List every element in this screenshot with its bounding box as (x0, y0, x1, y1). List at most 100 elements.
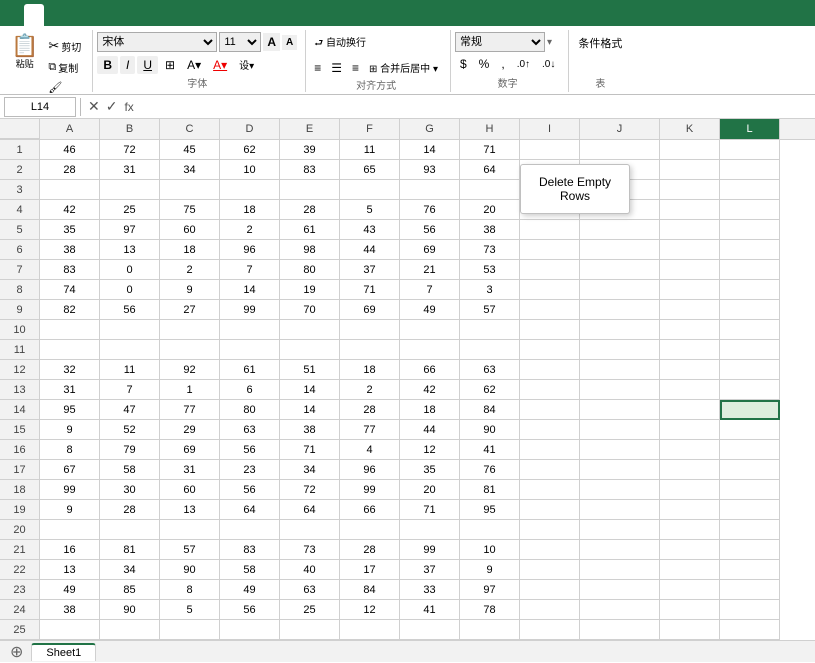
cell[interactable] (580, 560, 660, 580)
cell[interactable]: 44 (340, 240, 400, 260)
cell[interactable] (580, 300, 660, 320)
cell[interactable] (520, 220, 580, 240)
cell[interactable]: 57 (460, 300, 520, 320)
cell[interactable]: 83 (40, 260, 100, 280)
cell[interactable]: 56 (220, 600, 280, 620)
cell[interactable] (660, 300, 720, 320)
delete-empty-rows-button[interactable]: Delete Empty Rows (521, 165, 629, 213)
cell[interactable] (720, 240, 780, 260)
cell[interactable]: 33 (400, 580, 460, 600)
cell[interactable]: 0 (100, 260, 160, 280)
row-header[interactable]: 5 (0, 220, 40, 240)
cell[interactable]: 18 (220, 200, 280, 220)
cell[interactable]: 49 (40, 580, 100, 600)
cell[interactable]: 95 (460, 500, 520, 520)
cell[interactable]: 28 (100, 500, 160, 520)
cell[interactable]: 90 (100, 600, 160, 620)
cell[interactable] (40, 520, 100, 540)
cell[interactable]: 64 (220, 500, 280, 520)
tab-formula[interactable] (84, 4, 104, 26)
font-name-select[interactable]: 宋体 (97, 32, 217, 52)
cell[interactable] (720, 180, 780, 200)
merge-center-button[interactable]: ⊞ 合并后居中 ▾ (365, 58, 442, 77)
cell[interactable] (580, 240, 660, 260)
wrap-text-button[interactable]: ⮐ 自动换行 (310, 32, 370, 55)
cell[interactable]: 49 (400, 300, 460, 320)
cut-button[interactable]: ✂ 剪切 (45, 36, 84, 56)
cell[interactable] (720, 460, 780, 480)
cell[interactable] (400, 340, 460, 360)
cell[interactable]: 34 (280, 460, 340, 480)
delete-empty-rows-popup[interactable]: Delete Empty Rows (520, 164, 630, 214)
font-size-decrease-button[interactable]: A (282, 35, 297, 50)
cell[interactable] (660, 420, 720, 440)
cell[interactable]: 31 (40, 380, 100, 400)
cell[interactable]: 13 (40, 560, 100, 580)
cell[interactable] (580, 220, 660, 240)
col-header-g[interactable]: G (400, 119, 460, 139)
cell[interactable]: 75 (160, 200, 220, 220)
format-painter-button[interactable]: 🖌 (45, 79, 84, 96)
cell[interactable] (580, 280, 660, 300)
percent-button[interactable]: $ (455, 55, 472, 73)
cell[interactable]: 14 (280, 380, 340, 400)
cell[interactable]: 9 (460, 560, 520, 580)
cell[interactable]: 92 (160, 360, 220, 380)
cell[interactable] (400, 620, 460, 640)
row-header[interactable]: 4 (0, 200, 40, 220)
col-header-e[interactable]: E (280, 119, 340, 139)
cell[interactable]: 63 (280, 580, 340, 600)
cell[interactable]: 53 (460, 260, 520, 280)
cell[interactable]: 21 (400, 260, 460, 280)
cell[interactable] (580, 360, 660, 380)
cell[interactable] (220, 520, 280, 540)
cell[interactable] (520, 380, 580, 400)
cell[interactable] (40, 340, 100, 360)
cell[interactable] (580, 620, 660, 640)
cell[interactable]: 2 (160, 260, 220, 280)
cell[interactable] (580, 340, 660, 360)
cell[interactable] (660, 180, 720, 200)
row-header[interactable]: 19 (0, 500, 40, 520)
cell[interactable]: 27 (160, 300, 220, 320)
paste-button[interactable]: 📋 粘贴 (6, 32, 43, 73)
col-header-d[interactable]: D (220, 119, 280, 139)
cell[interactable] (660, 200, 720, 220)
cell[interactable]: 41 (460, 440, 520, 460)
cell[interactable]: 7 (100, 380, 160, 400)
cell[interactable]: 35 (40, 220, 100, 240)
insert-function-icon[interactable]: fx (120, 100, 137, 114)
cell[interactable]: 99 (400, 540, 460, 560)
cell[interactable]: 1 (160, 380, 220, 400)
cell[interactable] (580, 440, 660, 460)
row-header[interactable]: 13 (0, 380, 40, 400)
cell[interactable]: 34 (100, 560, 160, 580)
cell[interactable]: 14 (280, 400, 340, 420)
cell[interactable] (660, 620, 720, 640)
cell[interactable] (660, 160, 720, 180)
cell[interactable]: 90 (160, 560, 220, 580)
cell[interactable] (520, 300, 580, 320)
font-size-increase-button[interactable]: A (263, 33, 280, 51)
row-header[interactable]: 22 (0, 560, 40, 580)
underline-button[interactable]: U (137, 56, 158, 74)
cell[interactable]: 10 (220, 160, 280, 180)
cell[interactable] (720, 220, 780, 240)
cell[interactable] (340, 340, 400, 360)
cell[interactable]: 45 (160, 140, 220, 160)
cell[interactable]: 7 (220, 260, 280, 280)
cell[interactable]: 66 (400, 360, 460, 380)
cell[interactable] (160, 180, 220, 200)
tab-view[interactable] (144, 4, 164, 26)
fill-color-button[interactable]: A▾ (182, 56, 206, 74)
cell[interactable] (580, 260, 660, 280)
cell[interactable]: 3 (460, 280, 520, 300)
cell[interactable]: 97 (460, 580, 520, 600)
cell[interactable]: 64 (460, 160, 520, 180)
cell[interactable] (100, 340, 160, 360)
row-header[interactable]: 21 (0, 540, 40, 560)
cell[interactable] (100, 320, 160, 340)
cell[interactable] (520, 280, 580, 300)
cell-name-box[interactable] (4, 97, 76, 117)
cell[interactable] (720, 520, 780, 540)
